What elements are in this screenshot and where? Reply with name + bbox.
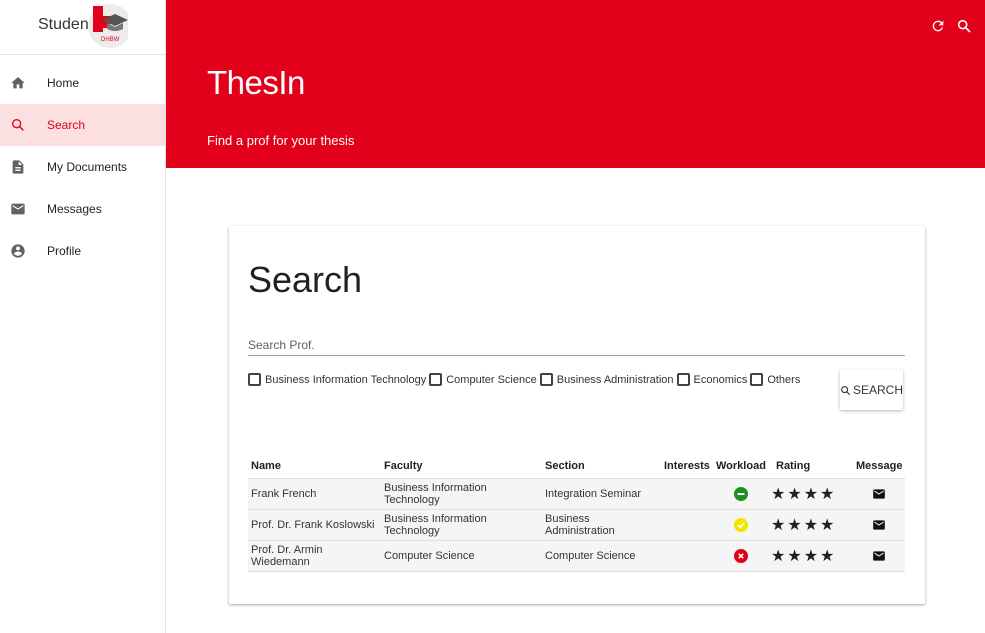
mail-icon [873, 550, 885, 561]
workload-ok-icon [733, 517, 748, 532]
checkbox[interactable] [429, 373, 443, 386]
message-cell [853, 478, 905, 510]
interests-cell [661, 478, 713, 510]
send-message-button[interactable] [872, 487, 886, 501]
workload-cell [713, 540, 768, 572]
workload-cell [713, 478, 768, 510]
page-subtitle: Find a prof for your thesis [207, 133, 355, 148]
column-header[interactable]: Faculty [381, 455, 542, 479]
card-title: Search [248, 259, 363, 300]
rating-stars: ★★★★ [771, 484, 837, 503]
checkbox[interactable] [750, 373, 764, 386]
sidebar-item-home[interactable]: Home [0, 62, 165, 104]
filter-label: Others [767, 373, 801, 386]
column-header[interactable]: Workload [713, 455, 768, 479]
filter-label: Business Administration [556, 373, 674, 386]
sidebar-item-label: Search [47, 118, 86, 132]
rating-cell: ★★★★ [768, 509, 853, 541]
document-icon [10, 159, 26, 175]
section-cell: Integration Seminar [542, 478, 661, 510]
section-cell: Business Administration [542, 509, 661, 541]
sidebar-item-label: Home [47, 76, 80, 90]
sidebar-item-label: My Documents [47, 160, 128, 174]
filter-business-administration[interactable]: Business Administration [539, 373, 674, 386]
rating-cell: ★★★★ [768, 540, 853, 572]
message-cell [853, 540, 905, 572]
filter-business-information-technology[interactable]: Business Information Technology [248, 373, 426, 386]
sidebar-item-search[interactable]: Search [0, 104, 165, 146]
name-cell: Frank French [248, 478, 381, 510]
workload-cell [713, 509, 768, 541]
section-cell: Computer Science [542, 540, 661, 572]
interests-cell [661, 540, 713, 572]
page-title: ThesIn [207, 64, 305, 101]
column-header[interactable]: Message [853, 455, 905, 479]
mail-icon [873, 519, 885, 530]
checkbox[interactable] [676, 373, 690, 386]
filter-computer-science[interactable]: Computer Science [429, 373, 537, 386]
home-icon [10, 75, 26, 91]
sidebar: Student DHBW Home Search My Documents Me… [0, 0, 166, 633]
app-header: ThesIn Find a prof for your thesis [166, 0, 985, 168]
refresh-button[interactable] [928, 16, 948, 36]
sidebar-item-label: Profile [47, 244, 82, 258]
logo-text: DHBW [101, 37, 120, 43]
message-cell [853, 509, 905, 541]
brand: Student DHBW [0, 0, 165, 55]
send-message-button[interactable] [872, 549, 886, 563]
column-header[interactable]: Name [248, 455, 381, 479]
faculty-cell: Business Information Technology [381, 478, 542, 510]
search-input[interactable] [248, 334, 905, 356]
rating-stars: ★★★★ [771, 546, 837, 565]
account-icon [10, 243, 26, 259]
sidebar-item-label: Messages [47, 202, 102, 216]
sidebar-item-profile[interactable]: Profile [0, 230, 165, 272]
checkbox[interactable] [248, 373, 261, 386]
rating-stars: ★★★★ [771, 515, 837, 534]
column-header[interactable]: Rating [768, 455, 853, 479]
search-icon [957, 19, 971, 33]
column-header[interactable]: Section [542, 455, 661, 479]
rating-cell: ★★★★ [768, 478, 853, 510]
refresh-icon [932, 20, 944, 32]
name-cell: Prof. Dr. Armin Wiedemann [248, 540, 381, 572]
search-button-label: SEARCH [852, 383, 903, 397]
filter-economics[interactable]: Economics [676, 373, 748, 386]
brand-name: Student [38, 16, 94, 33]
dhbw-logo: DHBW [88, 4, 128, 48]
filter-label: Economics [693, 373, 748, 386]
mail-icon [873, 488, 885, 499]
results-table: Name Faculty Section Interests Workload … [248, 455, 905, 572]
checkbox[interactable] [539, 373, 553, 386]
mail-icon [10, 201, 26, 217]
sidebar-item-messages[interactable]: Messages [0, 188, 165, 230]
search-icon [10, 117, 26, 133]
header-search-button[interactable] [954, 16, 974, 36]
faculty-filters: Business Information Technology Computer… [248, 373, 803, 386]
search-icon [841, 385, 851, 395]
table-row[interactable]: Prof. Dr. Armin Wiedemann Computer Scien… [248, 540, 905, 572]
table-row[interactable]: Prof. Dr. Frank Koslowski Business Infor… [248, 509, 905, 541]
sidebar-nav: Home Search My Documents Messages Profil… [0, 62, 165, 272]
name-cell: Prof. Dr. Frank Koslowski [248, 509, 381, 541]
send-message-button[interactable] [872, 518, 886, 532]
column-header[interactable]: Interests [661, 455, 713, 479]
workload-busy-icon [733, 486, 748, 501]
search-button[interactable]: SEARCH [840, 370, 903, 410]
workload-full-icon [733, 548, 748, 563]
faculty-cell: Business Information Technology [381, 509, 542, 541]
filter-label: Computer Science [446, 373, 537, 386]
filter-label: Business Information Technology [265, 373, 427, 386]
search-card: Search Business Information Technology C… [229, 226, 925, 604]
table-row[interactable]: Frank French Business Information Techno… [248, 478, 905, 510]
interests-cell [661, 509, 713, 541]
sidebar-item-my-documents[interactable]: My Documents [0, 146, 165, 188]
table-header-row: Name Faculty Section Interests Workload … [248, 455, 905, 479]
faculty-cell: Computer Science [381, 540, 542, 572]
filter-others[interactable]: Others [750, 373, 800, 386]
